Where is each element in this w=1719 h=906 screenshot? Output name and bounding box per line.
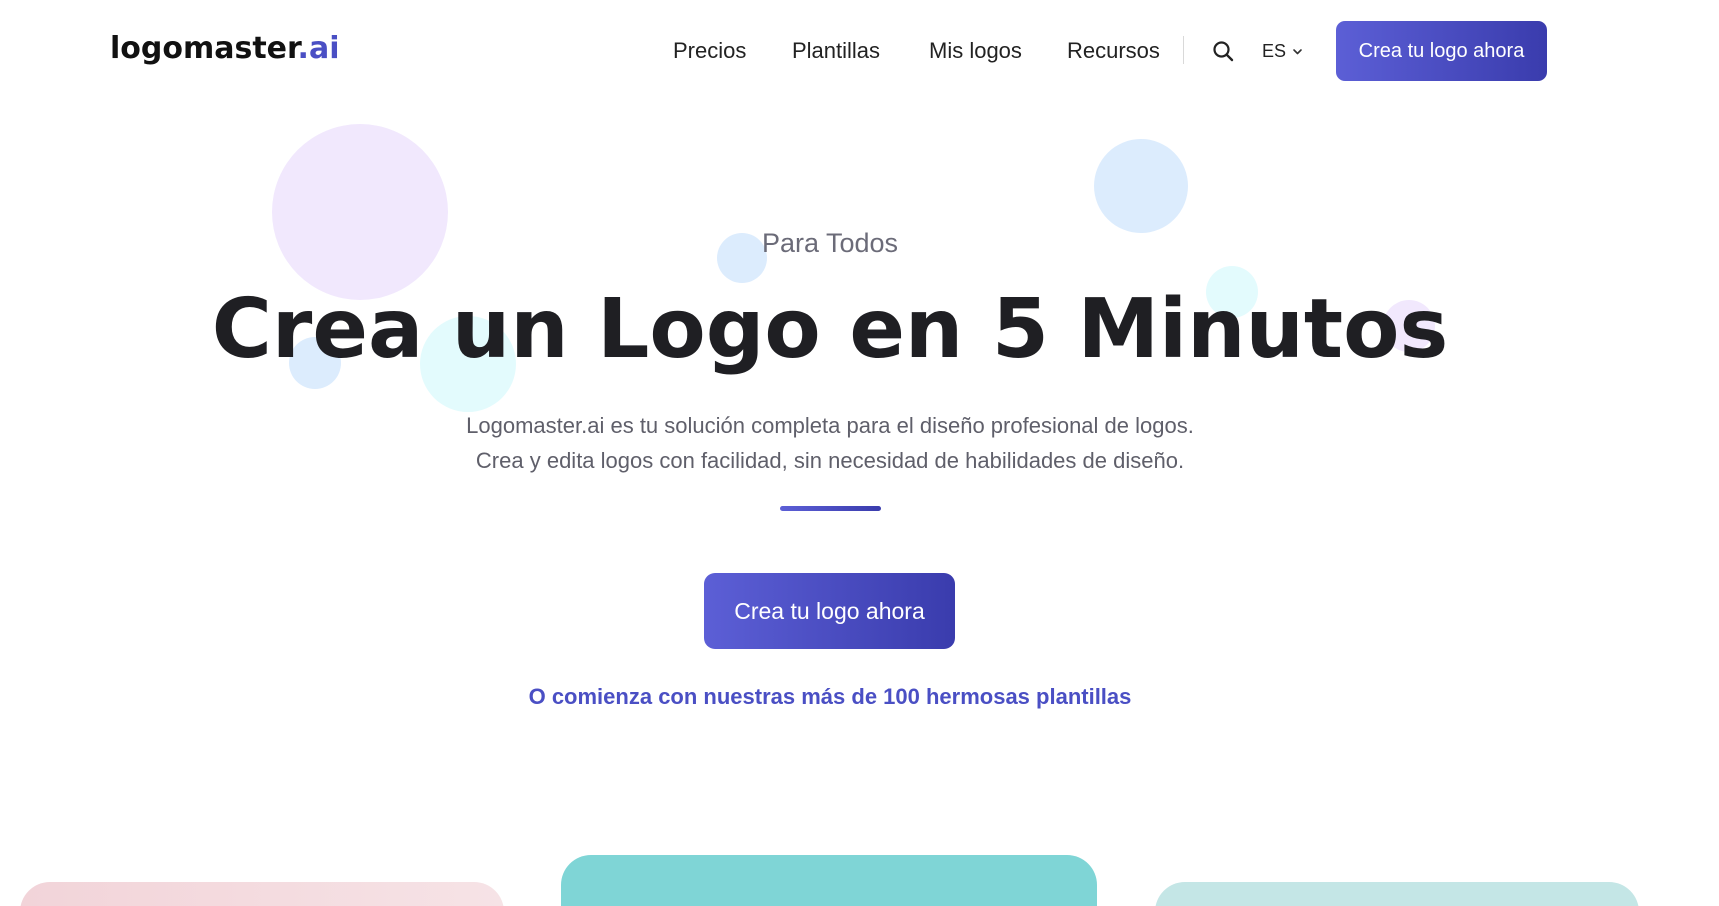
- hero-accent-divider: [780, 506, 881, 511]
- header-create-logo-button[interactable]: Crea tu logo ahora: [1336, 21, 1547, 81]
- decorative-bubble-blue: [1094, 139, 1188, 233]
- preview-card-right[interactable]: [1155, 882, 1639, 906]
- language-selector[interactable]: ES: [1262, 40, 1303, 62]
- hero-headline: Crea un Logo en 5 Minutos: [211, 282, 1449, 377]
- nav-link-mis-logos[interactable]: Mis logos: [929, 36, 1022, 66]
- brand-logo[interactable]: logomaster.ai: [110, 31, 339, 67]
- preview-card-left[interactable]: [20, 882, 504, 906]
- brand-logo-tld: .ai: [297, 31, 340, 66]
- nav-divider: [1183, 36, 1184, 64]
- nav-link-plantillas[interactable]: Plantillas: [792, 36, 880, 66]
- hero-description-line-1: Logomaster.ai es tu solución completa pa…: [466, 413, 1194, 438]
- hero-create-logo-button[interactable]: Crea tu logo ahora: [704, 573, 955, 649]
- nav-link-recursos[interactable]: Recursos: [1067, 36, 1160, 66]
- templates-link[interactable]: O comienza con nuestras más de 100 hermo…: [0, 684, 1660, 710]
- search-icon[interactable]: [1212, 40, 1234, 62]
- preview-card-center[interactable]: [561, 855, 1097, 906]
- decorative-bubble-large-lilac: [272, 124, 448, 300]
- site-header: logomaster.ai Precios Plantillas Mis log…: [0, 0, 1719, 100]
- chevron-down-icon: [1293, 48, 1302, 54]
- hero-eyebrow: Para Todos: [761, 228, 899, 258]
- nav-link-precios[interactable]: Precios: [673, 36, 746, 66]
- hero-description-line-2: Crea y edita logos con facilidad, sin ne…: [475, 448, 1185, 473]
- language-label: ES: [1262, 40, 1287, 61]
- brand-logo-main: logomaster: [110, 31, 298, 66]
- hero-description: Logomaster.ai es tu solución completa pa…: [0, 408, 1660, 478]
